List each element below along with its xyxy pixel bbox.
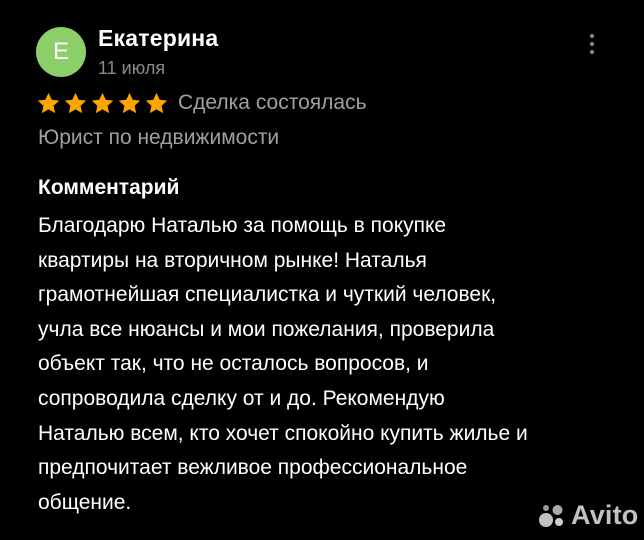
comment-line: квартиры на вторичном рынке! Наталья [38, 248, 427, 272]
comment-line: Благодарю Наталью за помощь в покупке [38, 214, 447, 237]
avatar-initial: Е [52, 38, 69, 65]
comment-heading: Комментарий [38, 176, 180, 199]
service-title: Юрист по недвижимости [38, 126, 280, 149]
star-icon [118, 92, 141, 113]
comment-line: сопроводила сделку от и до. Рекомендую [38, 386, 445, 410]
comment-line: грамотнейшая специалистка и чуткий челов… [38, 283, 497, 307]
star-rating [36, 91, 169, 116]
star-icon [37, 92, 60, 113]
comment-line: Наталью всем, кто хочет спокойно купить … [38, 421, 528, 445]
avito-logo-text: Avito [571, 499, 639, 530]
comment-line: общение. [38, 490, 132, 514]
author-name[interactable]: Екатерина [98, 25, 218, 52]
more-vertical-icon-dot [590, 50, 594, 54]
rating-row: Сделка состоялась [36, 88, 367, 118]
avatar[interactable]: Е [36, 27, 86, 77]
star-icon [64, 92, 87, 113]
deal-status: Сделка состоялась [178, 91, 367, 114]
avito-logo-icon [539, 505, 563, 527]
review-date: 11 июля [98, 58, 166, 78]
star-icon [91, 92, 114, 113]
avito-watermark: Avito [538, 497, 639, 533]
more-vertical-icon [590, 34, 594, 38]
comment-line: учла все нюансы и мои пожелания, провери… [38, 317, 495, 341]
more-vertical-icon-dot [590, 42, 594, 46]
comment-line: объект так, что не осталось вопросов, и [38, 352, 429, 376]
comment-line: предпочитает вежливое профессиональное [38, 456, 468, 480]
star-icon [145, 92, 168, 113]
review-card: Е Екатерина 11 июля Сделка состоялась Юр… [0, 0, 644, 540]
comment-text: Благодарю Наталью за помощь в покупке ква… [38, 209, 598, 520]
more-options-button[interactable] [578, 28, 606, 60]
